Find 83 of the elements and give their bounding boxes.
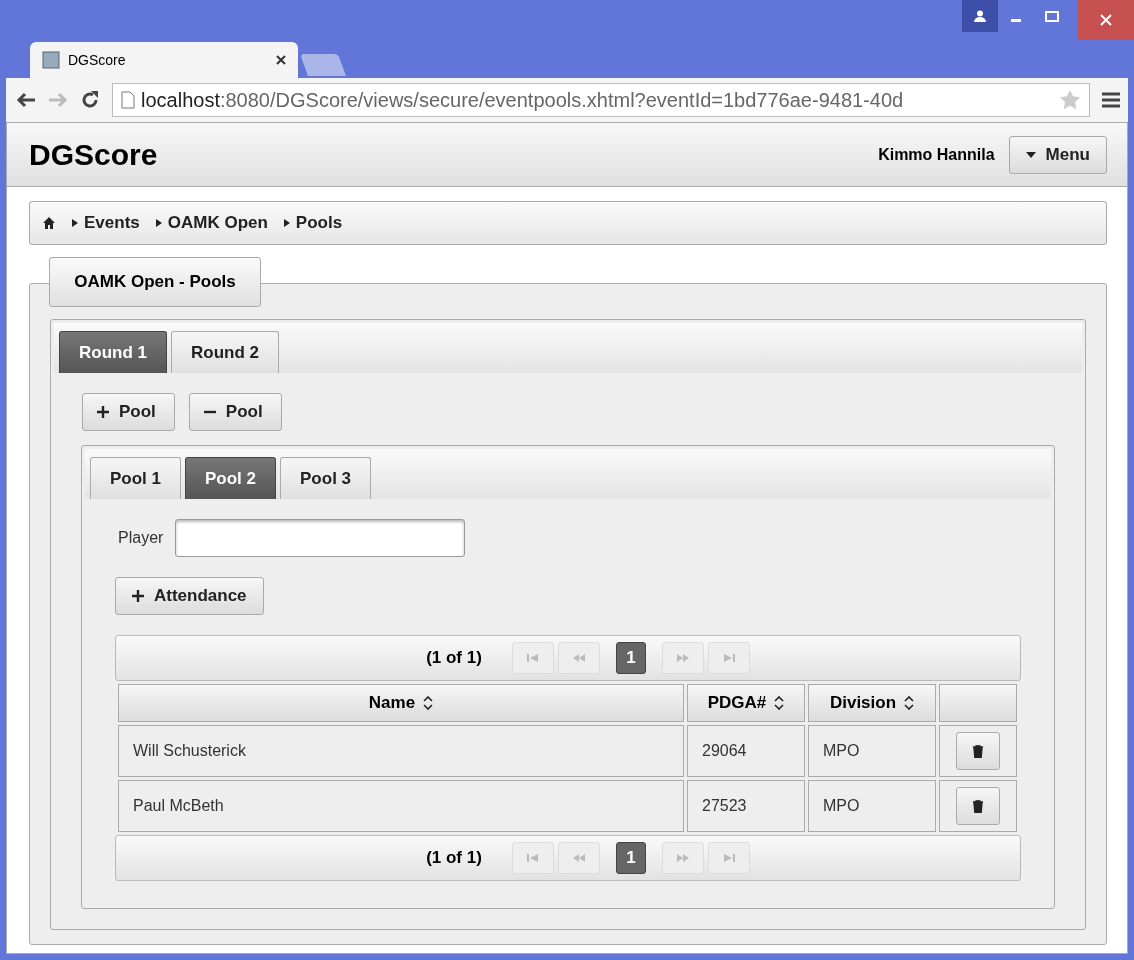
player-label: Player [118, 529, 164, 547]
breadcrumb-link[interactable]: Pools [295, 213, 343, 233]
breadcrumb-link[interactable]: OAMK Open [167, 213, 268, 233]
remove-pool-button[interactable]: Pool [188, 393, 282, 431]
next-page-button[interactable] [661, 842, 704, 874]
column-title: Division [829, 693, 897, 713]
add-pool-button[interactable]: Pool [82, 393, 175, 431]
delete-button[interactable] [956, 787, 1000, 825]
forward-icon[interactable] [48, 92, 68, 108]
pool-tab[interactable]: Pool 2 [185, 457, 277, 499]
first-icon [525, 854, 540, 862]
page-favicon-icon [42, 51, 60, 69]
tab-title: DGScore [68, 52, 127, 68]
caret-icon [1025, 151, 1036, 158]
page-report: (1 of 1) [426, 648, 482, 668]
maximize-icon [1045, 10, 1059, 22]
panel-legend: OAMK Open - Pools [49, 257, 261, 307]
minimize-icon [1011, 18, 1021, 22]
add-attendance-button[interactable]: Attendance [115, 577, 264, 615]
sort-icon [904, 696, 915, 710]
url-host: localhost [141, 88, 220, 112]
star-icon[interactable] [1059, 89, 1081, 111]
next-icon [675, 854, 690, 862]
column-title: PDGA# [707, 693, 767, 713]
home-icon[interactable] [42, 216, 56, 230]
sort-icon [774, 696, 785, 710]
previous-icon [571, 854, 586, 862]
app-title: DGScore [29, 137, 159, 172]
page-number-button[interactable]: 1 [615, 842, 646, 874]
previous-icon [571, 654, 586, 662]
user-name: Kimmo Hannila [878, 145, 995, 164]
next-icon [675, 654, 690, 662]
close-icon [1100, 14, 1112, 26]
plus-icon [132, 590, 144, 602]
close-window-button[interactable] [1078, 0, 1134, 40]
menu-icon[interactable] [1102, 92, 1120, 108]
column-header[interactable]: Division [808, 684, 936, 722]
previous-page-button[interactable] [557, 842, 600, 874]
last-page-button[interactable] [707, 642, 750, 674]
page-number-button[interactable]: 1 [615, 642, 646, 674]
sort-icon [423, 696, 434, 710]
table-cell: Paul McBeth [118, 780, 684, 832]
last-icon [721, 654, 736, 662]
player-input-field[interactable] [175, 519, 466, 557]
trash-icon [972, 744, 984, 758]
table-cell: MPO [808, 725, 936, 777]
delete-button[interactable] [956, 732, 1000, 770]
pool-tab[interactable]: Pool 3 [280, 457, 372, 499]
caret-icon [283, 218, 290, 228]
new-tab-button[interactable] [300, 54, 346, 76]
browser-tab[interactable]: DGScore [30, 42, 298, 78]
table-cell: Will Schusterick [118, 725, 684, 777]
person-icon [974, 10, 986, 22]
address-bar[interactable]: localhost:8080/DGScore/views/secure/eventpools.xhtml?eventId=1bd776ae-9481-40d [112, 83, 1090, 117]
column-header[interactable]: Name [118, 684, 684, 722]
table-cell: MPO [808, 780, 936, 832]
menu-button[interactable]: Menu [1008, 135, 1107, 174]
first-page-button[interactable] [511, 842, 554, 874]
round-tab[interactable]: Round 1 [59, 331, 167, 373]
table-cell: 29064 [687, 725, 805, 777]
last-page-button[interactable] [707, 842, 750, 874]
table-cell: 27523 [687, 780, 805, 832]
trash-icon [972, 799, 984, 813]
first-icon [525, 654, 540, 662]
previous-page-button[interactable] [557, 642, 600, 674]
plus-icon [97, 406, 109, 418]
reload-icon[interactable] [80, 90, 100, 110]
caret-icon [72, 218, 78, 228]
page-report: (1 of 1) [426, 848, 482, 868]
first-page-button[interactable] [511, 642, 554, 674]
back-icon[interactable] [16, 92, 36, 108]
next-page-button[interactable] [661, 642, 704, 674]
url-path: :8080/DGScore/views/secure/eventpools.xhtml?eventId=1bd776ae-9481-40d [219, 88, 905, 112]
column-header[interactable]: PDGA# [687, 684, 805, 722]
column-title: Name [368, 693, 416, 713]
pool-tab[interactable]: Pool 1 [90, 457, 181, 499]
last-icon [721, 854, 736, 862]
caret-icon [155, 218, 162, 228]
close-icon[interactable] [276, 55, 286, 65]
page-icon [121, 91, 135, 109]
profile-button[interactable] [962, 0, 998, 32]
round-tab[interactable]: Round 2 [171, 331, 279, 373]
breadcrumb-link[interactable]: Events [84, 213, 140, 233]
